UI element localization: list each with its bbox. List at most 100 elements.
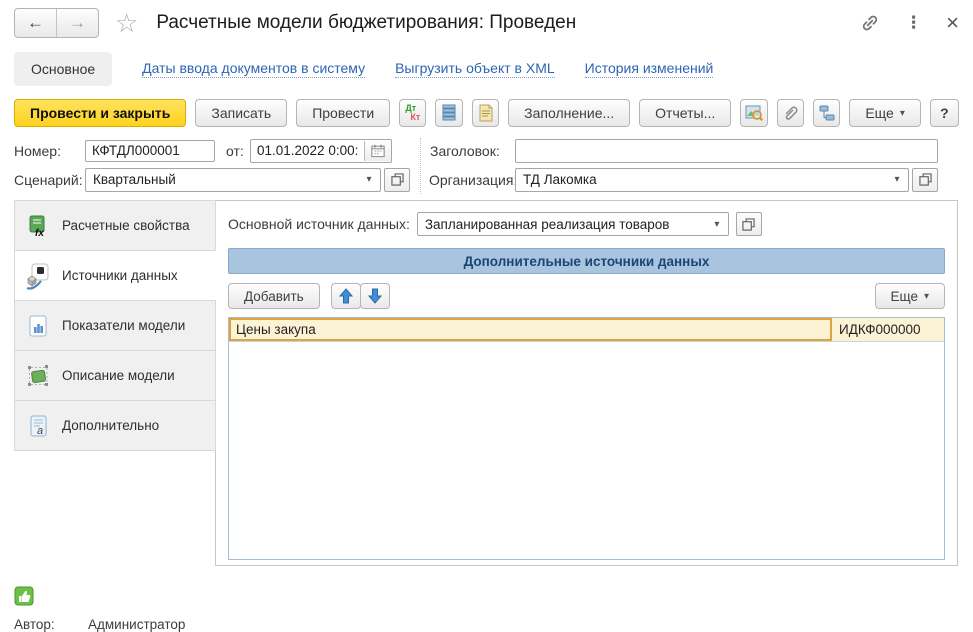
scenario-label: Сценарий: (14, 172, 85, 188)
forward-arrow-icon: → (69, 13, 86, 33)
additional-sources-table[interactable]: Цены закупа ИДКФ000000 (228, 317, 945, 560)
calendar-button[interactable] (364, 141, 391, 161)
number-label: Номер: (14, 143, 85, 159)
title-bar: ← → ☆ Расчетные модели бюджетирования: П… (0, 0, 973, 46)
get-link-icon[interactable] (859, 12, 881, 34)
fields-separator (420, 138, 421, 194)
yellow-document-icon (478, 104, 494, 122)
history-nav-group: ← → (14, 8, 99, 38)
back-arrow-icon: ← (27, 13, 44, 33)
sidebar-item-label: Источники данных (62, 268, 178, 283)
header-fields: Номер: от: Заголовок: Сценарий: Кварталь… (0, 134, 973, 198)
chevron-down-icon: ▾ (924, 291, 929, 302)
arrow-up-icon (339, 288, 353, 304)
open-in-list-icon (919, 173, 932, 186)
more-menu-icon[interactable]: ⋮ (905, 13, 922, 33)
data-sources-panel: Основной источник данных: Запланированна… (215, 200, 958, 566)
help-button[interactable]: ? (930, 99, 959, 127)
structure-button[interactable] (813, 99, 840, 127)
sidebar: fx Расчетные свойства Источники данных (14, 200, 216, 566)
sidebar-item-label: Дополнительно (62, 418, 159, 433)
main-area: fx Расчетные свойства Источники данных (0, 200, 973, 566)
picture-search-icon (745, 104, 763, 122)
page-title: Расчетные модели бюджетирования: Проведе… (156, 12, 576, 34)
organization-label: Организация: (429, 172, 515, 188)
move-up-button[interactable] (331, 283, 361, 309)
organization-open-button[interactable] (912, 168, 938, 192)
data-source-icon (23, 261, 53, 291)
chevron-down-icon[interactable]: ▾ (706, 219, 728, 230)
sidebar-item-model-description[interactable]: Описание модели (14, 350, 216, 401)
additional-sources-header[interactable]: Дополнительные источники данных (228, 248, 945, 274)
dt-kt-icon: ДтКт (405, 104, 420, 122)
chevron-down-icon[interactable]: ▾ (886, 174, 908, 185)
forward-button[interactable]: → (56, 9, 98, 37)
fill-button[interactable]: Заполнение... (508, 99, 630, 127)
open-in-list-icon (391, 173, 404, 186)
register-stack-icon (441, 104, 457, 122)
link-export-xml[interactable]: Выгрузить объект в XML (395, 60, 555, 78)
open-in-list-icon (742, 218, 755, 231)
dt-kt-postings-button[interactable]: ДтКт (399, 99, 426, 127)
table-toolbar: Добавить Еще▾ (228, 283, 945, 309)
related-reports-button[interactable] (740, 99, 767, 127)
scenario-open-button[interactable] (384, 168, 410, 192)
post-and-close-button[interactable]: Провести и закрыть (14, 99, 186, 127)
nav-tabs-row: Основное Даты ввода документов в систему… (0, 46, 973, 92)
number-field[interactable] (85, 140, 215, 162)
close-icon[interactable]: × (946, 12, 959, 34)
posted-thumb-icon (14, 593, 34, 609)
post-button[interactable]: Провести (296, 99, 390, 127)
back-button[interactable]: ← (15, 9, 56, 37)
favorite-star-icon[interactable]: ☆ (115, 10, 138, 36)
author-label: Автор: (14, 617, 88, 632)
sidebar-item-label: Описание модели (62, 368, 175, 383)
calendar-icon (371, 144, 385, 158)
author-value: Администратор (88, 617, 185, 632)
sidebar-item-calc-properties[interactable]: fx Расчетные свойства (14, 200, 216, 251)
reports-button[interactable]: Отчеты... (639, 99, 731, 127)
date-field-group (250, 139, 392, 163)
chart-document-icon (23, 311, 53, 341)
chevron-down-icon[interactable]: ▾ (358, 174, 380, 185)
link-entry-dates[interactable]: Даты ввода документов в систему (142, 60, 365, 78)
paperclip-icon (781, 104, 799, 122)
sidebar-item-label: Показатели модели (62, 318, 185, 333)
date-label: от: (226, 143, 250, 159)
add-button[interactable]: Добавить (228, 283, 320, 309)
scenario-combo[interactable]: Квартальный ▾ (85, 168, 381, 192)
tab-main[interactable]: Основное (14, 52, 112, 86)
toolbar: Провести и закрыть Записать Провести ДтК… (0, 92, 973, 134)
arrow-down-icon (368, 288, 382, 304)
svg-text:fx: fx (35, 228, 44, 239)
register-records-button[interactable] (435, 99, 462, 127)
date-field[interactable] (251, 141, 364, 161)
source-code-cell[interactable]: ИДКФ000000 (832, 318, 944, 341)
document-journal-button[interactable] (472, 99, 499, 127)
header-title-label: Заголовок: (430, 143, 510, 159)
svg-text:a: a (37, 425, 43, 437)
main-source-combo[interactable]: Запланированная реализация товаров ▾ (417, 212, 729, 236)
header-title-field[interactable] (515, 139, 938, 163)
attachments-button[interactable] (777, 99, 804, 127)
table-more-button[interactable]: Еще▾ (875, 283, 946, 309)
sidebar-item-model-indicators[interactable]: Показатели модели (14, 300, 216, 351)
footer: Автор: Администратор (0, 586, 973, 632)
toolbar-more-button[interactable]: Еще▾ (849, 99, 921, 127)
sidebar-item-label: Расчетные свойства (62, 218, 190, 233)
fx-book-icon: fx (23, 211, 53, 241)
write-button[interactable]: Записать (195, 99, 287, 127)
link-change-history[interactable]: История изменений (585, 60, 714, 78)
subordination-structure-icon (818, 104, 836, 122)
document-a-icon: a (23, 411, 53, 441)
organization-combo[interactable]: ТД Лакомка ▾ (515, 168, 909, 192)
source-name-cell[interactable]: Цены закупа (229, 318, 832, 341)
sidebar-item-additional[interactable]: a Дополнительно (14, 400, 216, 451)
main-source-label: Основной источник данных: (228, 216, 410, 232)
main-source-open-button[interactable] (736, 212, 762, 236)
move-down-button[interactable] (360, 283, 390, 309)
shape-selection-icon (23, 361, 53, 391)
sidebar-item-data-sources[interactable]: Источники данных (14, 250, 216, 301)
table-row[interactable]: Цены закупа ИДКФ000000 (229, 318, 944, 342)
chevron-down-icon: ▾ (900, 108, 905, 119)
